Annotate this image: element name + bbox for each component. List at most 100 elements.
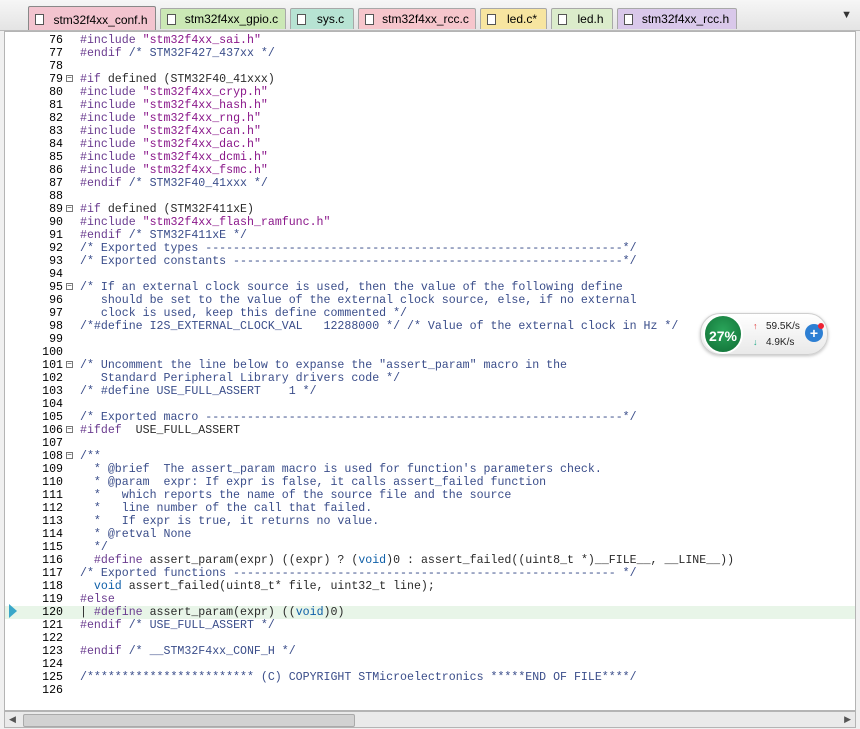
code-line[interactable]: 80 #include "stm32f4xx_cryp.h" bbox=[5, 86, 855, 99]
code-line[interactable]: 96 should be set to the value of the ext… bbox=[5, 294, 855, 307]
download-speed-value: 4.9K/s bbox=[766, 337, 795, 348]
code-line[interactable]: 121 #endif /* USE_FULL_ASSERT */ bbox=[5, 619, 855, 632]
code-line[interactable]: 93 /* Exported constants ----------------… bbox=[5, 255, 855, 268]
code-token: void bbox=[295, 606, 324, 619]
code-line[interactable]: 102 Standard Peripheral Library drivers … bbox=[5, 372, 855, 385]
scroll-right-icon[interactable]: ▶ bbox=[844, 714, 851, 725]
code-line[interactable]: 76 #include "stm32f4xx_sai.h" bbox=[5, 34, 855, 47]
code-line[interactable]: 87 #endif /* STM32F40_41xxx */ bbox=[5, 177, 855, 190]
code-line[interactable]: 107 bbox=[5, 437, 855, 450]
code-token: * line number of the call that failed. bbox=[80, 502, 373, 515]
code-line[interactable]: 126 bbox=[5, 684, 855, 697]
code-token: | bbox=[80, 606, 94, 619]
code-line[interactable]: 106− #ifdef USE_FULL_ASSERT bbox=[5, 424, 855, 437]
code-line[interactable]: 89− #if defined (STM32F411xE) bbox=[5, 203, 855, 216]
code-line[interactable]: 124 bbox=[5, 658, 855, 671]
code-line[interactable]: 120 | #define assert_param(expr) ((void)0… bbox=[5, 606, 855, 619]
code-line[interactable]: 114 * @retval None bbox=[5, 528, 855, 541]
network-speed-widget[interactable]: 27% ↑ 59.5K/s ↓ 4.9K/s + bbox=[700, 313, 828, 355]
code-line[interactable]: 112 * line number of the call that faile… bbox=[5, 502, 855, 515]
file-icon bbox=[624, 14, 633, 25]
code-line[interactable]: 115 */ bbox=[5, 541, 855, 554]
code-line[interactable]: 78 bbox=[5, 60, 855, 73]
code-line[interactable]: 111 * which reports the name of the sour… bbox=[5, 489, 855, 502]
code-line[interactable]: 110 * @param expr: If expr is false, it … bbox=[5, 476, 855, 489]
fold-toggle-icon[interactable]: − bbox=[66, 283, 73, 291]
code-line[interactable]: 85 #include "stm32f4xx_dcmi.h" bbox=[5, 151, 855, 164]
code-text: #endif /* USE_FULL_ASSERT */ bbox=[80, 619, 275, 632]
code-text: /* Exported macro ----------------------… bbox=[80, 411, 637, 424]
line-number: 96 bbox=[49, 294, 63, 307]
file-icon bbox=[558, 14, 567, 25]
code-token: "stm32f4xx_dac.h" bbox=[142, 138, 261, 151]
tab-3[interactable]: sys.c bbox=[290, 8, 354, 29]
code-line[interactable]: 91 #endif /* STM32F411xE */ bbox=[5, 229, 855, 242]
code-line[interactable]: 122 bbox=[5, 632, 855, 645]
scroll-left-icon[interactable]: ◀ bbox=[9, 714, 16, 725]
code-line[interactable]: 101−/* Uncomment the line below to expan… bbox=[5, 359, 855, 372]
code-token: #endif bbox=[80, 229, 129, 242]
code-token: #endif bbox=[80, 645, 129, 658]
tab-1[interactable]: stm32f4xx_conf.h bbox=[28, 6, 156, 30]
code-line[interactable]: 88 bbox=[5, 190, 855, 203]
fold-toggle-icon[interactable]: − bbox=[66, 361, 73, 369]
code-line[interactable]: 119 #else bbox=[5, 593, 855, 606]
fold-toggle-icon[interactable]: − bbox=[66, 426, 73, 434]
code-line[interactable]: 90 #include "stm32f4xx_flash_ramfunc.h" bbox=[5, 216, 855, 229]
code-line[interactable]: 118 void assert_failed(uint8_t* file, ui… bbox=[5, 580, 855, 593]
code-area[interactable]: 76 #include "stm32f4xx_sai.h" 77 #endif /* … bbox=[5, 34, 855, 697]
line-number: 103 bbox=[42, 385, 63, 398]
fold-toggle-icon[interactable]: − bbox=[66, 75, 73, 83]
scrollbar-thumb[interactable] bbox=[23, 714, 355, 727]
code-token: #include bbox=[80, 151, 143, 164]
code-line[interactable]: 95−/* If an external clock source is use… bbox=[5, 281, 855, 294]
tab-2[interactable]: stm32f4xx_gpio.c bbox=[160, 8, 286, 29]
code-line[interactable]: 81 #include "stm32f4xx_hash.h" bbox=[5, 99, 855, 112]
tab-bar: stm32f4xx_conf.h stm32f4xx_gpio.c sys.c stm… bbox=[0, 0, 860, 31]
code-token: /*#define I2S_EXTERNAL_CLOCK_VAL 1228800… bbox=[80, 320, 679, 333]
line-number: 109 bbox=[42, 463, 63, 476]
code-token: )0) bbox=[323, 606, 345, 619]
line-number: 77 bbox=[49, 47, 63, 60]
code-text: #endif /* STM32F427_437xx */ bbox=[80, 47, 275, 60]
code-token: * which reports the name of the source f… bbox=[80, 489, 512, 502]
tab-7[interactable]: stm32f4xx_rcc.h bbox=[617, 8, 737, 29]
code-line[interactable]: 125 /************************ (C) COPYRIG… bbox=[5, 671, 855, 684]
line-number: 125 bbox=[42, 671, 63, 684]
code-line[interactable]: 77 #endif /* STM32F427_437xx */ bbox=[5, 47, 855, 60]
code-line[interactable]: 84 #include "stm32f4xx_dac.h" bbox=[5, 138, 855, 151]
code-line[interactable]: 113 * If expr is true, it returns no val… bbox=[5, 515, 855, 528]
code-token: * @param expr: If expr is false, it call… bbox=[80, 476, 547, 489]
code-line[interactable]: 104 bbox=[5, 398, 855, 411]
code-line[interactable]: 94 bbox=[5, 268, 855, 281]
tab-label: stm32f4xx_conf.h bbox=[53, 13, 148, 27]
code-token: #include bbox=[80, 112, 143, 125]
code-token: )0 : assert_failed((uint8_t *)__FILE__, … bbox=[386, 554, 735, 567]
code-text: * line number of the call that failed. bbox=[80, 502, 372, 515]
code-line[interactable]: 105 /* Exported macro -------------------… bbox=[5, 411, 855, 424]
code-text: * If expr is true, it returns no value. bbox=[80, 515, 379, 528]
code-line[interactable]: 83 #include "stm32f4xx_can.h" bbox=[5, 125, 855, 138]
tab-4[interactable]: stm32f4xx_rcc.c bbox=[358, 8, 476, 29]
horizontal-scrollbar[interactable]: ◀ ▶ bbox=[4, 711, 856, 728]
code-line[interactable]: 82 #include "stm32f4xx_rng.h" bbox=[5, 112, 855, 125]
code-line[interactable]: 86 #include "stm32f4xx_fsmc.h" bbox=[5, 164, 855, 177]
code-editor[interactable]: 76 #include "stm32f4xx_sai.h" 77 #endif /* … bbox=[4, 31, 856, 711]
line-number: 124 bbox=[42, 658, 63, 671]
code-line[interactable]: 117 /* Exported functions ---------------… bbox=[5, 567, 855, 580]
code-line[interactable]: 92 /* Exported types --------------------… bbox=[5, 242, 855, 255]
code-line[interactable]: 103 /* #define USE_FULL_ASSERT 1 */ bbox=[5, 385, 855, 398]
code-line[interactable]: 79− #if defined (STM32F40_41xxx) bbox=[5, 73, 855, 86]
code-line[interactable]: 116 #define assert_param(expr) ((expr) ?… bbox=[5, 554, 855, 567]
code-line[interactable]: 109 * @brief The assert_param macro is u… bbox=[5, 463, 855, 476]
fold-toggle-icon[interactable]: − bbox=[66, 452, 73, 460]
fold-toggle-icon[interactable]: − bbox=[66, 205, 73, 213]
code-token: #include bbox=[80, 138, 143, 151]
code-text: /* #define USE_FULL_ASSERT 1 */ bbox=[80, 385, 317, 398]
tab-6[interactable]: led.h bbox=[551, 8, 613, 29]
code-line[interactable]: 123 #endif /* __STM32F4xx_CONF_H */ bbox=[5, 645, 855, 658]
tab-5[interactable]: led.c* bbox=[480, 8, 547, 29]
line-number: 82 bbox=[49, 112, 63, 125]
chevron-down-icon[interactable]: ▼ bbox=[841, 9, 852, 21]
code-line[interactable]: 108−/** bbox=[5, 450, 855, 463]
